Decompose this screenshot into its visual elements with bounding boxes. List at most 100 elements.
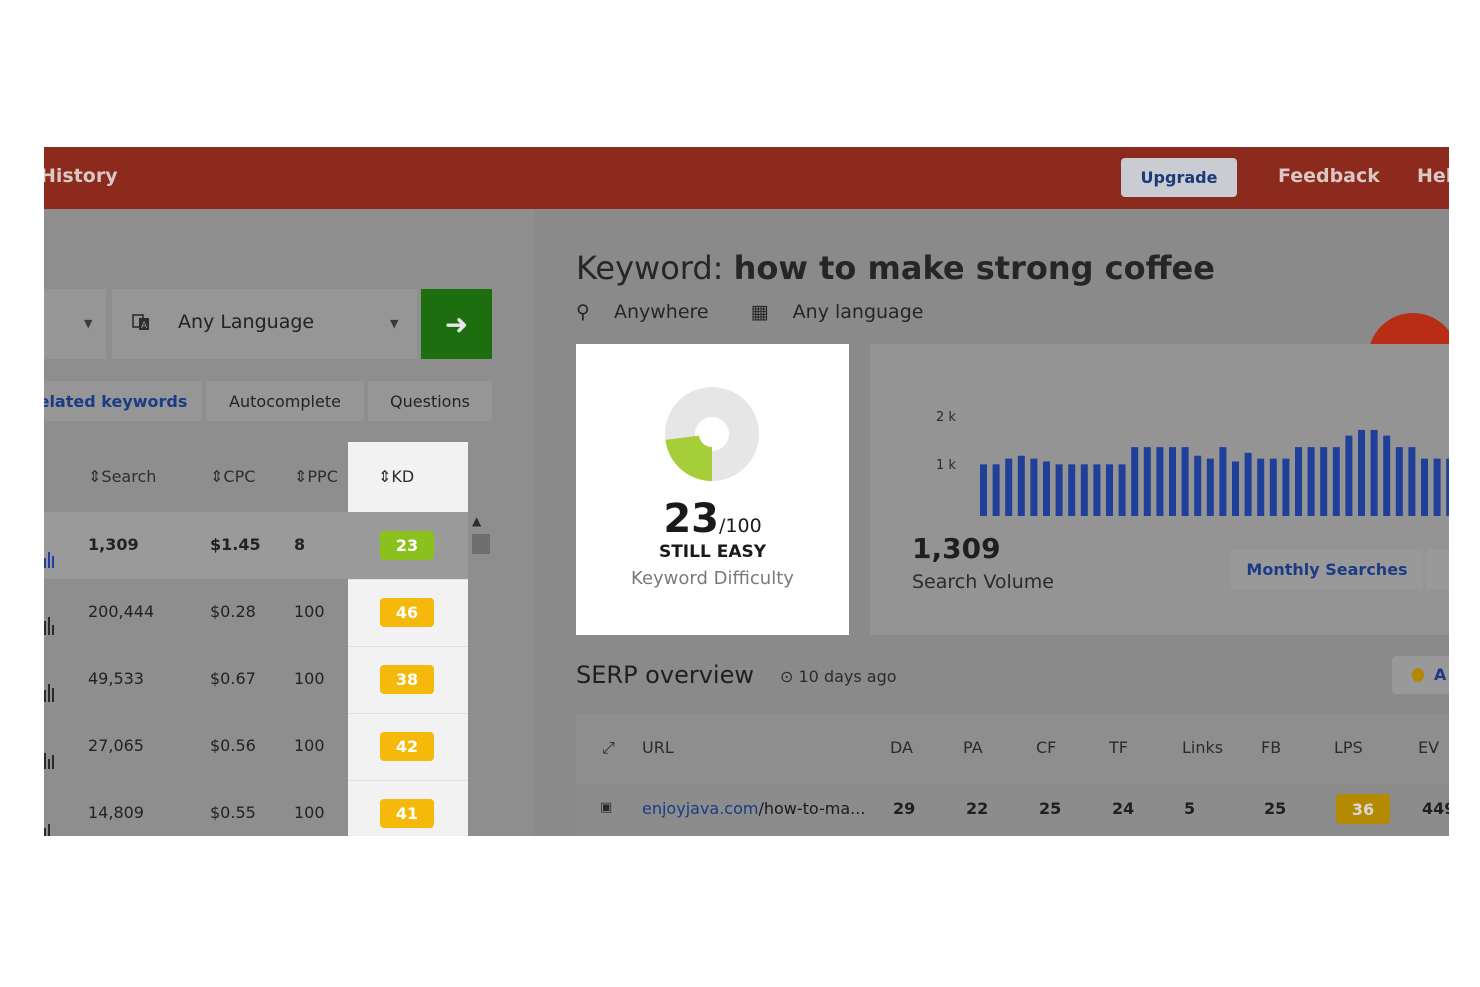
volume-bar <box>1080 464 1088 516</box>
coin-icon <box>1412 668 1424 682</box>
keyword-term: how to make strong coffee <box>733 249 1215 287</box>
expand-icon[interactable]: ⤢ <box>602 738 615 758</box>
volume-bar <box>1383 435 1391 516</box>
search-go-button[interactable]: ➜ <box>421 289 492 359</box>
serp-table-header: ⤢ URL DA PA CF TF Links FB LPS EV <box>576 714 1449 784</box>
volume-bar <box>1093 464 1101 516</box>
tab-monthly-searches[interactable]: Monthly Searches <box>1231 549 1423 589</box>
language-select[interactable]: A Any Language ▼ <box>112 289 417 359</box>
volume-bar <box>1408 447 1416 516</box>
volume-bar <box>1055 464 1063 516</box>
volume-bar <box>992 464 1000 516</box>
serp-result-row[interactable]: ▣ enjoyjava.com/how-to-ma... 29 22 25 24… <box>576 784 1449 836</box>
page-icon: ▣ <box>600 800 613 815</box>
volume-bar <box>1320 447 1328 516</box>
volume-bar <box>1143 447 1151 516</box>
kd-badge: 38 <box>380 665 434 694</box>
search-volume-cell: 14,809 <box>88 803 144 822</box>
volume-bar <box>1068 464 1076 516</box>
volume-bar <box>1219 447 1227 516</box>
ppc-cell: 100 <box>294 736 325 755</box>
table-row[interactable]: 200,444 $0.28 100 46 <box>44 579 468 646</box>
clock-icon: ⊙ <box>780 667 794 686</box>
ppc-cell: 100 <box>294 602 325 621</box>
serp-cf-value: 25 <box>1039 799 1062 818</box>
volume-bar <box>1332 447 1340 516</box>
search-volume-card: 2 k 1 k 1,309 Search Volume Monthly Sear… <box>870 344 1449 635</box>
volume-bar <box>1433 458 1441 516</box>
difficulty-score-value: 23 <box>663 496 719 542</box>
language-icon: ▦ <box>750 301 769 323</box>
location-select[interactable]: ▼ <box>44 289 106 359</box>
nav-help-link[interactable]: Hel <box>1417 165 1449 187</box>
nav-feedback-link[interactable]: Feedback <box>1278 165 1380 187</box>
tab-questions[interactable]: Questions <box>368 381 492 421</box>
app-window: History Upgrade Feedback Hel ▼ A Any Lan… <box>44 147 1449 836</box>
column-header-kd[interactable]: ⇕KD <box>378 467 414 486</box>
sort-icon: ⇕ <box>210 467 224 486</box>
sort-icon: ⇕ <box>294 467 308 486</box>
serp-time-value: 10 days ago <box>798 667 897 686</box>
volume-bar <box>1181 447 1189 516</box>
ppc-cell: 100 <box>294 803 325 822</box>
location-value: Anywhere <box>613 301 709 323</box>
serp-col-lps: LPS <box>1334 738 1363 757</box>
kd-badge: 46 <box>380 598 434 627</box>
volume-bar <box>1257 458 1265 516</box>
difficulty-donut <box>665 387 759 481</box>
tab-autocomplete[interactable]: Autocomplete <box>206 381 364 421</box>
volume-bars <box>980 429 1449 516</box>
scrollbar-thumb[interactable] <box>472 534 490 554</box>
serp-url-domain: enjoyjava.com <box>642 799 759 818</box>
serp-action-button[interactable]: A <box>1392 656 1449 694</box>
language-value: Any language <box>792 301 924 323</box>
tab-secondary[interactable] <box>1426 549 1449 589</box>
serp-overview-title: SERP overview <box>576 661 754 689</box>
table-row[interactable]: 27,065 $0.56 100 42 <box>44 713 468 780</box>
volume-bar <box>1131 447 1139 516</box>
nav-history-link[interactable]: History <box>44 165 118 187</box>
serp-result-url[interactable]: enjoyjava.com/how-to-ma... <box>642 799 865 818</box>
serp-url-path: /how-to-ma... <box>758 799 866 818</box>
serp-col-ev: EV <box>1418 738 1440 757</box>
serp-col-fb: FB <box>1261 738 1282 757</box>
sort-icon: ⇕ <box>378 467 392 486</box>
cpc-cell: $1.45 <box>210 535 261 554</box>
serp-tf-value: 24 <box>1112 799 1135 818</box>
volume-bar <box>1370 429 1378 516</box>
y-tick-label: 1 k <box>936 458 956 473</box>
table-row[interactable]: 14,809 $0.55 100 41 <box>44 780 468 836</box>
kd-badge: 23 <box>380 531 434 560</box>
ppc-cell: 100 <box>294 669 325 688</box>
cpc-cell: $0.55 <box>210 803 256 822</box>
keyword-overview-panel: Keyword: how to make strong coffee ⚲ Any… <box>534 209 1449 836</box>
tab-related-keywords[interactable]: elated keywords <box>44 381 202 421</box>
keyword-title: Keyword: how to make strong coffee <box>576 249 1215 287</box>
volume-bar <box>1169 447 1176 516</box>
column-header-cpc[interactable]: ⇕CPC <box>210 467 255 486</box>
scroll-up-icon[interactable]: ▲ <box>472 514 481 528</box>
volume-bar <box>1295 447 1302 516</box>
volume-bar <box>1156 447 1164 516</box>
ppc-cell: 8 <box>294 535 306 554</box>
serp-col-links: Links <box>1182 738 1224 757</box>
table-row[interactable]: 1,309 $1.45 8 23 <box>44 512 468 579</box>
location-meta: ⚲ Anywhere <box>576 301 727 323</box>
serp-col-da: DA <box>890 738 913 757</box>
column-header-search[interactable]: ⇕Search <box>88 467 156 486</box>
serp-col-tf: TF <box>1109 738 1128 757</box>
chevron-down-icon: ▼ <box>84 317 93 330</box>
upgrade-button[interactable]: Upgrade <box>1121 158 1237 197</box>
column-header-ppc[interactable]: ⇕PPC <box>294 467 338 486</box>
trend-sparkline <box>44 751 54 769</box>
search-volume-value: 1,309 <box>912 532 1001 565</box>
keyword-title-prefix: Keyword: <box>576 249 734 287</box>
volume-bar <box>1106 464 1113 516</box>
serp-ev-value: 449 <box>1422 799 1449 818</box>
volume-bar <box>1194 455 1202 516</box>
serp-lps-badge: 36 <box>1336 794 1390 824</box>
table-row[interactable]: 49,533 $0.67 100 38 <box>44 646 468 713</box>
serp-col-cf: CF <box>1036 738 1057 757</box>
search-volume-cell: 200,444 <box>88 602 155 621</box>
kd-badge: 41 <box>380 799 434 828</box>
